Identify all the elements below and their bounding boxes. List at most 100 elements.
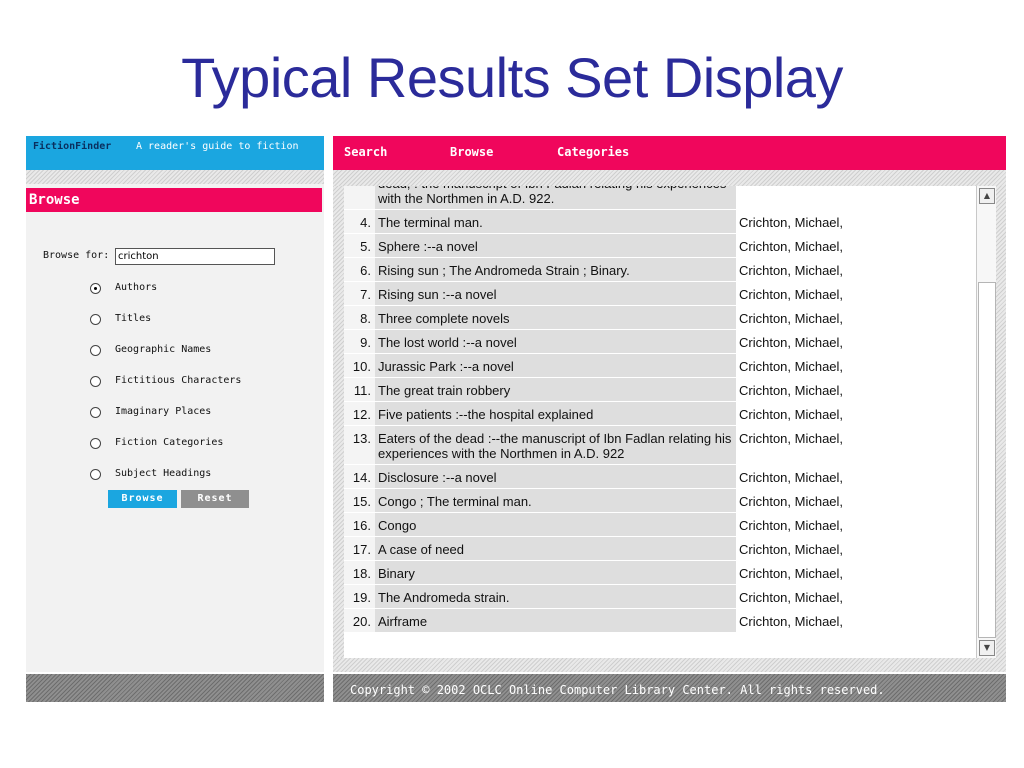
result-row[interactable]: 12. Five patients :--the hospital explain… <box>344 402 976 426</box>
result-number: 19. <box>344 585 375 609</box>
result-row[interactable]: 15. Congo ; The terminal man. Crichton, Mi… <box>344 489 976 513</box>
result-title[interactable]: Disclosure :--a novel <box>375 465 736 489</box>
nav-browse[interactable]: Browse <box>450 145 493 159</box>
browse-button[interactable]: Browse <box>108 490 177 508</box>
radio-button-icon[interactable] <box>90 438 101 449</box>
result-row[interactable]: 7. Rising sun :--a novel Crichton, Michael… <box>344 282 976 306</box>
radio-button-icon[interactable] <box>90 407 101 418</box>
result-title[interactable]: The great train robbery <box>375 378 736 402</box>
result-author[interactable]: Crichton, Michael, <box>736 585 976 609</box>
nav-search[interactable]: Search <box>344 145 387 159</box>
result-number: 17. <box>344 537 375 561</box>
result-title[interactable]: Binary <box>375 561 736 585</box>
result-title[interactable]: Eaters of the dead :--the manuscript of … <box>375 426 736 465</box>
result-title[interactable]: Rising sun ; The Andromeda Strain ; Bina… <box>375 258 736 282</box>
result-number: 7. <box>344 282 375 306</box>
result-title[interactable]: Jurassic Park :--a novel <box>375 354 736 378</box>
radio-button-icon[interactable] <box>90 283 101 294</box>
top-nav-bar: Search Browse Categories <box>333 136 1006 170</box>
results-scrollbar[interactable]: ▲ ▼ <box>976 186 996 658</box>
result-title[interactable]: A case of need <box>375 537 736 561</box>
result-row[interactable]: 20. Airframe Crichton, Michael, <box>344 609 976 633</box>
result-author[interactable]: Crichton, Michael, <box>736 561 976 585</box>
result-title[interactable]: Rising sun :--a novel <box>375 282 736 306</box>
slide-title: Typical Results Set Display <box>181 46 843 109</box>
result-row[interactable]: 4. The terminal man. Crichton, Michael, <box>344 210 976 234</box>
scroll-up-arrow-icon[interactable]: ▲ <box>979 188 995 204</box>
result-title[interactable]: Congo ; The terminal man. <box>375 489 736 513</box>
result-number: 6. <box>344 258 375 282</box>
browse-for-label: Browse for: <box>43 250 110 261</box>
result-row[interactable]: dead, : the manuscript of Ibn Fadlan rel… <box>344 186 976 210</box>
result-row[interactable]: 19. The Andromeda strain. Crichton, Michae… <box>344 585 976 609</box>
result-title[interactable]: The lost world :--a novel <box>375 330 736 354</box>
brand-tagline: A reader's guide to fiction <box>136 141 299 152</box>
browse-option-label: Geographic Names <box>115 344 212 355</box>
result-title[interactable]: Three complete novels <box>375 306 736 330</box>
radio-button-icon[interactable] <box>90 345 101 356</box>
result-row[interactable]: 17. A case of need Crichton, Michael, <box>344 537 976 561</box>
result-row[interactable]: 10. Jurassic Park :--a novel Crichton, Mic… <box>344 354 976 378</box>
result-author[interactable]: Crichton, Michael, <box>736 354 976 378</box>
result-row[interactable]: 5. Sphere :--a novel Crichton, Michael, <box>344 234 976 258</box>
result-title[interactable]: The terminal man. <box>375 210 736 234</box>
results-bottom-hatch <box>333 658 1006 672</box>
nav-categories[interactable]: Categories <box>557 145 629 159</box>
right-footer-bar: Copyright © 2002 OCLC Online Computer Li… <box>333 674 1006 702</box>
browse-for-input[interactable] <box>115 248 275 265</box>
browse-heading-band: Browse <box>26 188 322 212</box>
left-frame: FictionFinder A reader's guide to fictio… <box>26 136 324 672</box>
result-title[interactable]: dead, : the manuscript of Ibn Fadlan rel… <box>375 186 736 210</box>
result-title[interactable]: Sphere :--a novel <box>375 234 736 258</box>
scrollbar-thumb[interactable] <box>978 282 996 638</box>
result-title[interactable]: The Andromeda strain. <box>375 585 736 609</box>
result-author[interactable]: Crichton, Michael, <box>736 330 976 354</box>
result-number: 5. <box>344 234 375 258</box>
radio-button-icon[interactable] <box>90 469 101 480</box>
result-title[interactable]: Five patients :--the hospital explained <box>375 402 736 426</box>
result-author[interactable]: Crichton, Michael, <box>736 306 976 330</box>
results-table: dead, : the manuscript of Ibn Fadlan rel… <box>344 186 976 633</box>
result-author[interactable]: Crichton, Michael, <box>736 210 976 234</box>
result-number: 14. <box>344 465 375 489</box>
result-author[interactable]: Crichton, Michael, <box>736 402 976 426</box>
result-author[interactable]: Crichton, Michael, <box>736 537 976 561</box>
result-number: 18. <box>344 561 375 585</box>
result-row[interactable]: 16. Congo Crichton, Michael, <box>344 513 976 537</box>
result-row[interactable]: 13. Eaters of the dead :--the manuscript … <box>344 426 976 465</box>
result-author[interactable]: Crichton, Michael, <box>736 513 976 537</box>
radio-button-icon[interactable] <box>90 314 101 325</box>
radio-button-icon[interactable] <box>90 376 101 387</box>
copyright-text: Copyright © 2002 OCLC Online Computer Li… <box>350 683 885 697</box>
result-author[interactable]: Crichton, Michael, <box>736 258 976 282</box>
browse-option-label: Subject Headings <box>115 468 212 479</box>
result-number: 20. <box>344 609 375 633</box>
brand-logo[interactable]: FictionFinder <box>33 141 111 152</box>
result-row[interactable]: 11. The great train robbery Crichton, Mich… <box>344 378 976 402</box>
result-number: 8. <box>344 306 375 330</box>
result-row[interactable]: 6. Rising sun ; The Andromeda Strain ; Bi… <box>344 258 976 282</box>
result-number: 12. <box>344 402 375 426</box>
result-title[interactable]: Congo <box>375 513 736 537</box>
result-author[interactable]: Crichton, Michael, <box>736 609 976 633</box>
result-author[interactable]: Crichton, Michael, <box>736 489 976 513</box>
result-author[interactable]: Crichton, Michael, <box>736 426 976 465</box>
scroll-down-arrow-icon[interactable]: ▼ <box>979 640 995 656</box>
result-number: 11. <box>344 378 375 402</box>
result-author[interactable]: Crichton, Michael, <box>736 234 976 258</box>
result-author[interactable]: Crichton, Michael, <box>736 282 976 306</box>
result-author[interactable]: Crichton, Michael, <box>736 465 976 489</box>
left-footer-bar <box>26 674 324 702</box>
result-number: 10. <box>344 354 375 378</box>
result-row[interactable]: 8. Three complete novels Crichton, Michael… <box>344 306 976 330</box>
result-row[interactable]: 9. The lost world :--a novel Crichton, Mic… <box>344 330 976 354</box>
result-row[interactable]: 18. Binary Crichton, Michael, <box>344 561 976 585</box>
browse-option-label: Titles <box>115 313 152 324</box>
reset-button[interactable]: Reset <box>181 490 249 508</box>
result-number: 13. <box>344 426 375 465</box>
result-title[interactable]: Airframe <box>375 609 736 633</box>
result-author[interactable] <box>736 186 976 210</box>
result-row[interactable]: 14. Disclosure :--a novel Crichton, Michae… <box>344 465 976 489</box>
result-author[interactable]: Crichton, Michael, <box>736 378 976 402</box>
left-hatch-divider <box>26 170 324 184</box>
